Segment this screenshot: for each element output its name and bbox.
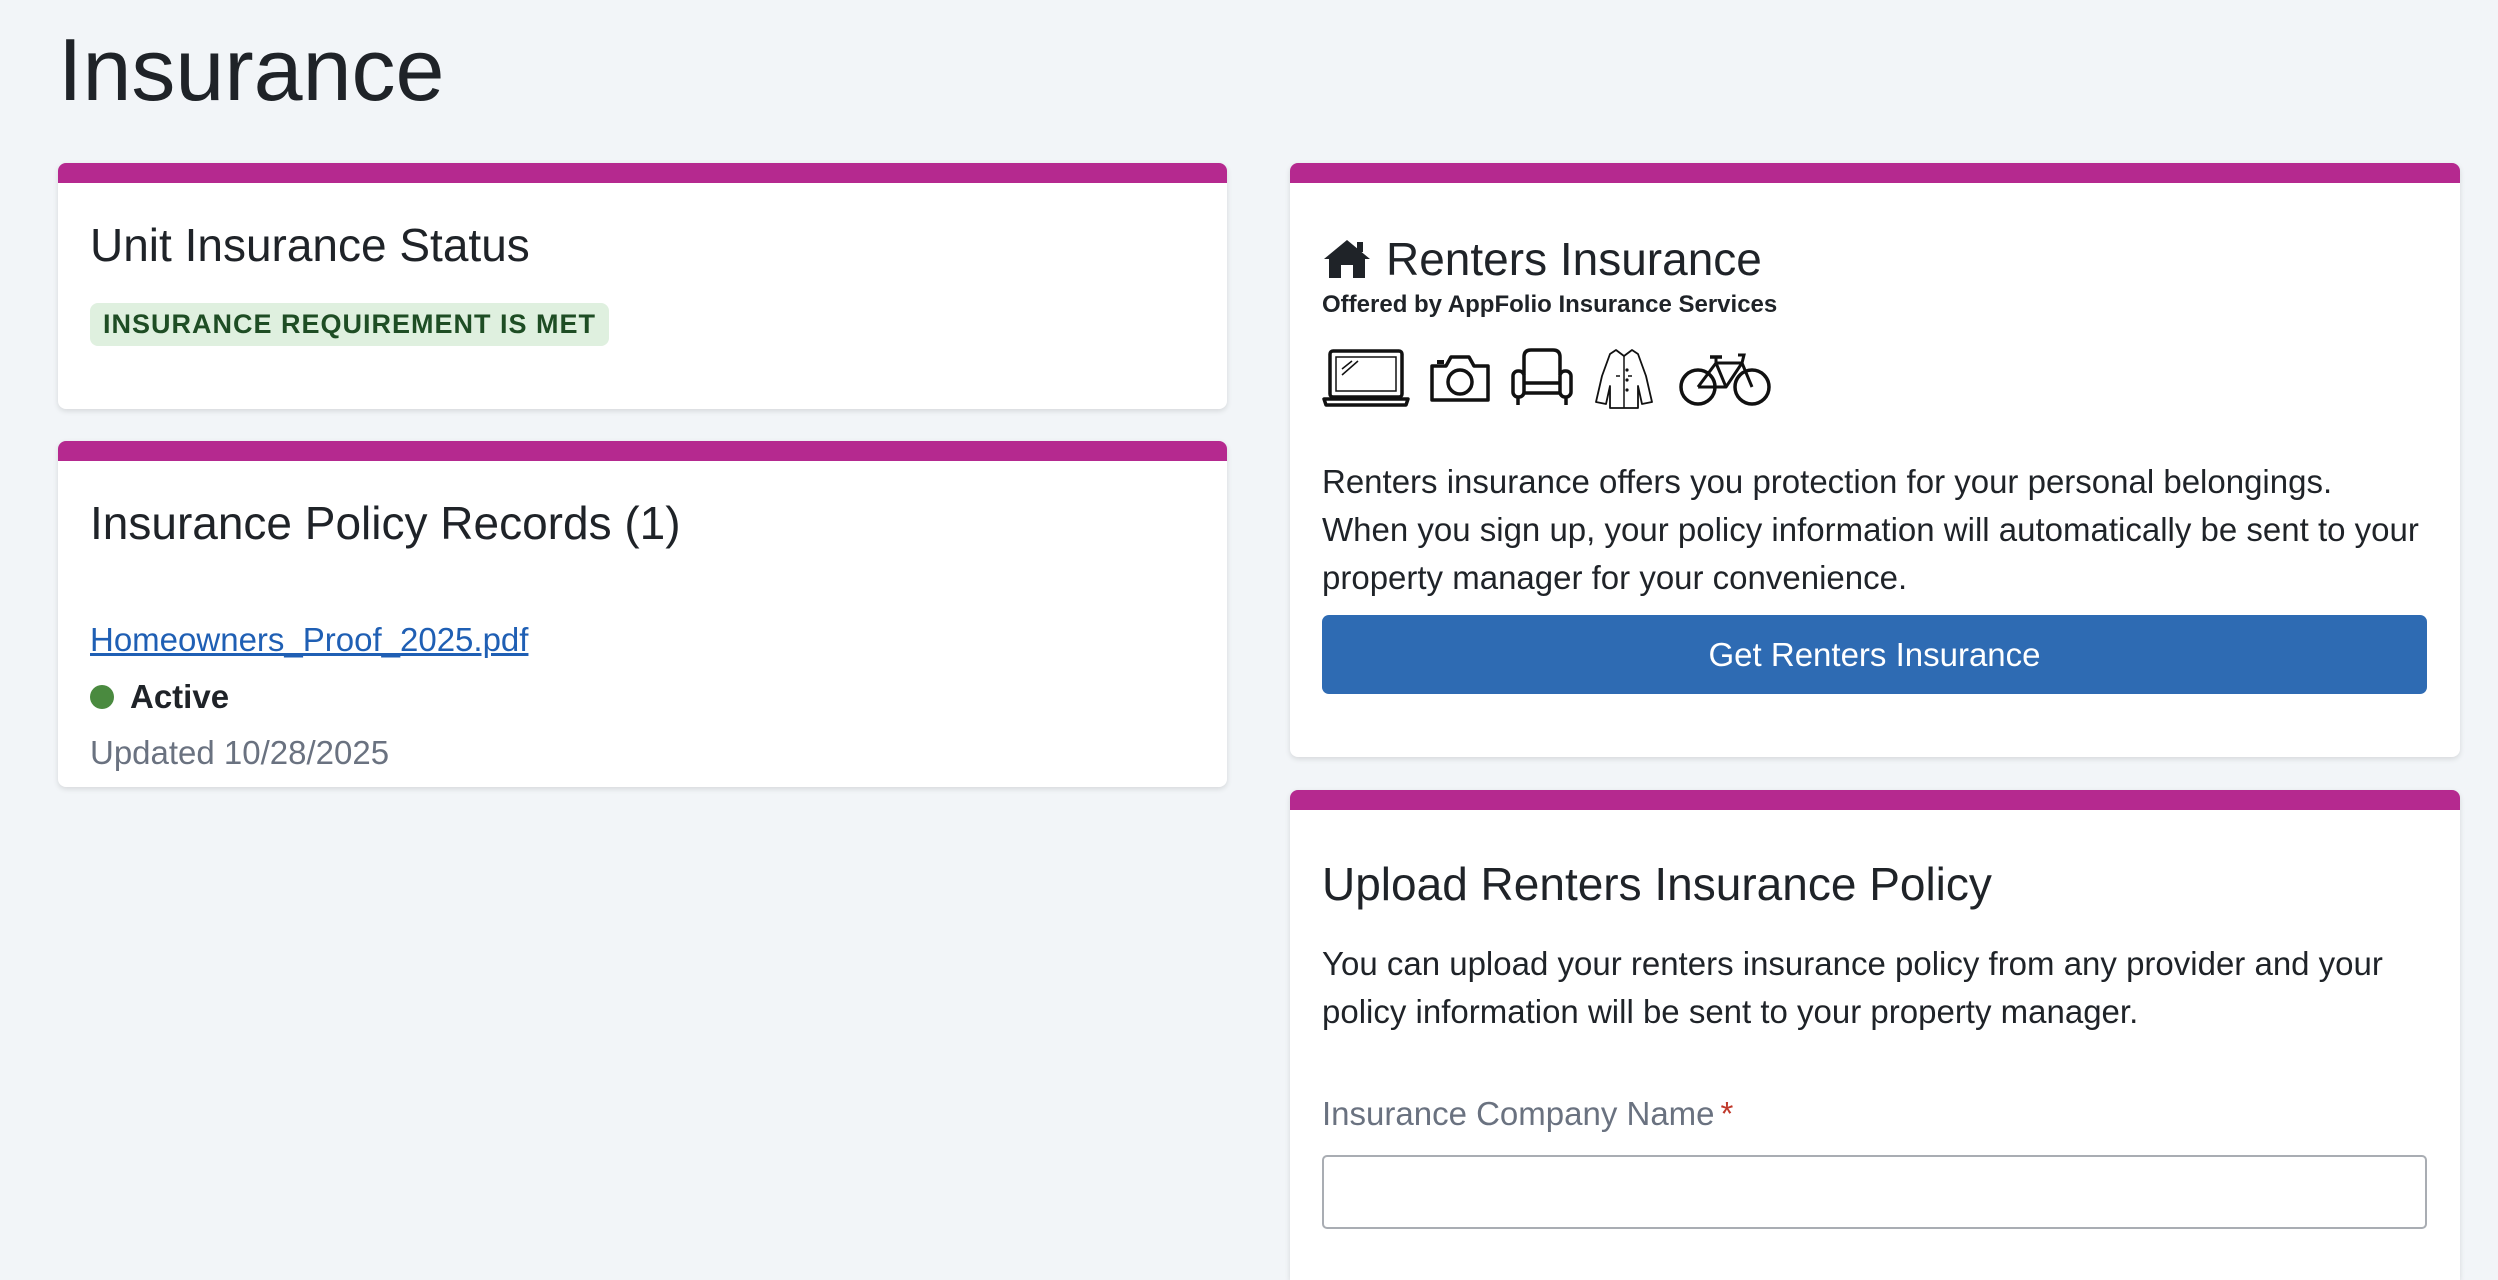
get-renters-insurance-button[interactable]: Get Renters Insurance <box>1322 615 2427 694</box>
provider-subheading: Offered by AppFolio Insurance Services <box>1322 291 1778 318</box>
card-heading: Upload Renters Insurance Policy <box>1322 858 1992 910</box>
upload-description: You can upload your renters insurance po… <box>1322 945 2383 1030</box>
company-name-input[interactable] <box>1322 1155 2427 1229</box>
record-updated-date: Updated 10/28/2025 <box>90 734 390 771</box>
policy-file-link[interactable]: Homeowners_Proof_2025.pdf <box>90 618 528 662</box>
status-dot-icon <box>90 685 114 709</box>
armchair-icon <box>1511 348 1573 405</box>
required-marker: * <box>1720 1095 1734 1132</box>
company-name-label: Insurance Company Name * <box>1322 1092 1733 1136</box>
renters-description: Renters insurance offers you protection … <box>1322 463 2419 596</box>
bicycle-icon <box>1679 353 1771 406</box>
renters-insurance-card: Renters Insurance Offered by AppFolio In… <box>1290 163 2460 757</box>
house-icon <box>1324 240 1370 278</box>
status-badge: INSURANCE REQUIREMENT IS MET <box>90 303 610 346</box>
belongings-icons <box>1322 345 1772 411</box>
upload-policy-card: Upload Renters Insurance Policy You can … <box>1290 790 2460 1280</box>
company-name-label-text: Insurance Company Name <box>1322 1095 1715 1132</box>
unit-insurance-status-card: Unit Insurance Status INSURANCE REQUIREM… <box>58 163 1227 409</box>
laptop-icon <box>1322 349 1410 407</box>
camera-icon <box>1430 355 1490 402</box>
renters-insurance-header: Renters Insurance <box>1322 229 1762 289</box>
record-status: Active <box>90 675 229 719</box>
card-heading: Unit Insurance Status <box>90 219 530 271</box>
status-label: Active <box>130 678 230 715</box>
page-title: Insurance <box>58 20 445 119</box>
coat-icon <box>1595 349 1653 409</box>
card-heading: Insurance Policy Records (1) <box>90 497 681 549</box>
card-heading: Renters Insurance <box>1386 233 1762 285</box>
policy-records-card: Insurance Policy Records (1) Homeowners_… <box>58 441 1227 787</box>
